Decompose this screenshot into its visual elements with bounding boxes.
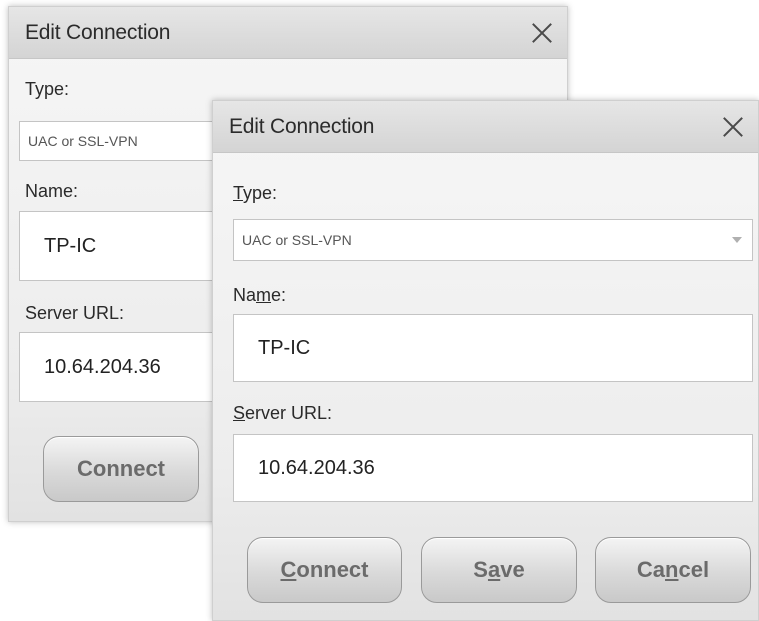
server-url-input-value: 10.64.204.36: [258, 456, 375, 479]
name-label-pre: Na: [233, 285, 257, 305]
dialog-title: Edit Connection: [229, 114, 375, 138]
cancel-post: cel: [678, 557, 710, 582]
type-select[interactable]: UAC or SSL-VPN: [233, 219, 753, 261]
name-input-value: TP-IC: [44, 234, 97, 257]
server-url-input[interactable]: 10.64.204.36: [233, 434, 753, 502]
connect-mnemonic: C: [280, 557, 297, 582]
dialog-titlebar: Edit Connection: [9, 7, 567, 59]
server-url-label-text: erver URL:: [245, 403, 333, 423]
cancel-mnemonic: n: [665, 557, 679, 582]
type-label-text: ype:: [243, 183, 278, 203]
connect-button-label: Connect: [280, 557, 368, 583]
server-url-label: Server URL:: [25, 303, 125, 323]
name-input[interactable]: TP-IC: [233, 314, 753, 382]
edit-connection-dialog: Edit Connection Type: UAC or SSL-VPN Nam…: [212, 100, 759, 621]
connect-button[interactable]: Connect: [43, 436, 199, 502]
name-label-post: e:: [271, 285, 287, 305]
save-button[interactable]: Save: [421, 537, 577, 603]
close-icon[interactable]: [531, 22, 553, 44]
dialog-title: Edit Connection: [25, 20, 171, 44]
server-url-label: Server URL:: [233, 403, 332, 424]
name-label: Name:: [25, 181, 79, 201]
chevron-down-icon[interactable]: [732, 237, 742, 243]
name-label-mnemonic: m: [256, 285, 272, 305]
cancel-button[interactable]: Cancel: [595, 537, 751, 603]
server-url-label-mnemonic: S: [233, 403, 246, 423]
name-input-value: TP-IC: [258, 336, 311, 359]
type-label: Type:: [233, 183, 277, 204]
type-label: Type:: [25, 79, 70, 99]
type-label-mnemonic: T: [233, 183, 244, 203]
cancel-button-label: Cancel: [637, 557, 709, 583]
save-pre: S: [473, 557, 488, 582]
type-select-value: UAC or SSL-VPN: [28, 133, 138, 149]
connect-button[interactable]: Connect: [247, 537, 402, 603]
dialog-titlebar: Edit Connection: [213, 101, 758, 153]
connect-text: onnect: [296, 557, 369, 582]
save-mnemonic: a: [487, 557, 501, 582]
save-post: ve: [500, 557, 525, 582]
connect-button-label: Connect: [77, 456, 165, 481]
name-label: Name:: [233, 285, 286, 306]
cancel-pre: Ca: [636, 557, 666, 582]
type-select-value: UAC or SSL-VPN: [242, 232, 352, 248]
server-url-input-value: 10.64.204.36: [44, 355, 161, 378]
close-icon[interactable]: [722, 116, 744, 138]
save-button-label: Save: [473, 557, 524, 583]
